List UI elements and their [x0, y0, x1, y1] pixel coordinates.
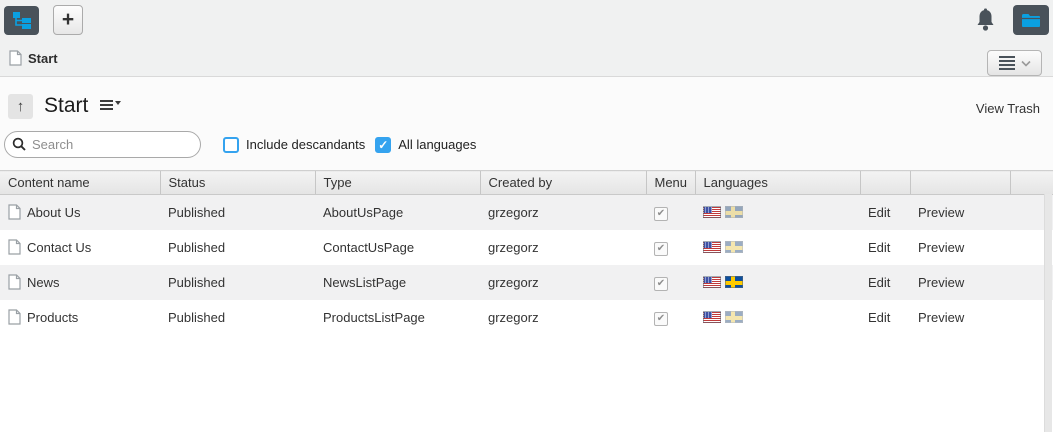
col-created-by: Created by — [480, 171, 646, 195]
se-flag-icon — [725, 206, 743, 218]
preview-link[interactable]: Preview — [918, 310, 964, 325]
languages-cell — [703, 276, 860, 288]
content-name-cell[interactable]: Products — [8, 309, 160, 325]
created-by-cell: grzegorz — [480, 195, 646, 230]
notifications-button[interactable] — [975, 8, 996, 32]
page-icon — [8, 204, 21, 220]
type-cell: NewsListPage — [315, 265, 480, 300]
breadcrumb[interactable]: Start — [0, 40, 1053, 76]
filter-row: Include descandants All languages — [0, 131, 1053, 158]
all-languages-label: All languages — [398, 137, 476, 152]
created-by-cell: grzegorz — [480, 230, 646, 265]
content-name-cell[interactable]: About Us — [8, 204, 160, 220]
chevron-down-icon — [1021, 60, 1031, 67]
menu-checkbox — [654, 312, 668, 326]
nav-toggle-button[interactable] — [4, 6, 39, 35]
menu-checkbox — [654, 277, 668, 291]
list-settings-icon[interactable] — [100, 100, 120, 112]
languages-cell — [703, 241, 860, 253]
status-cell: Published — [160, 230, 315, 265]
view-trash-link[interactable]: View Trash — [976, 101, 1040, 116]
title-row: ↑ Start — [0, 77, 1053, 119]
edit-link[interactable]: Edit — [868, 310, 890, 325]
all-languages-group: All languages — [375, 137, 476, 153]
edit-link[interactable]: Edit — [868, 205, 890, 220]
type-cell: ContactUsPage — [315, 230, 480, 265]
edit-link[interactable]: Edit — [868, 240, 890, 255]
table-row[interactable]: Products Published ProductsListPage grze… — [0, 300, 1053, 335]
type-cell: AboutUsPage — [315, 195, 480, 230]
assets-pane-button[interactable] — [1013, 5, 1049, 35]
table-body: About Us Published AboutUsPage grzegorz … — [0, 195, 1053, 335]
top-chrome: + St — [0, 0, 1053, 77]
search-icon — [12, 137, 27, 155]
table-header-row: Content name Status Type Created by Menu… — [0, 171, 1053, 195]
page-icon — [9, 50, 22, 66]
include-descendants-checkbox[interactable] — [223, 137, 239, 153]
col-status: Status — [160, 171, 315, 195]
search-box — [4, 131, 201, 158]
us-flag-icon — [703, 206, 721, 218]
table-row[interactable]: Contact Us Published ContactUsPage grzeg… — [0, 230, 1053, 265]
arrow-up-icon: ↑ — [17, 98, 25, 115]
col-languages: Languages — [695, 171, 860, 195]
us-flag-icon — [703, 311, 721, 323]
table-row[interactable]: News Published NewsListPage grzegorz Edi… — [0, 265, 1053, 300]
top-toolbar: + — [0, 0, 1053, 40]
menu-checkbox — [654, 207, 668, 221]
se-flag-icon — [725, 276, 743, 288]
languages-cell — [703, 206, 860, 218]
type-cell: ProductsListPage — [315, 300, 480, 335]
search-input[interactable] — [4, 131, 201, 158]
preview-link[interactable]: Preview — [918, 240, 964, 255]
status-cell: Published — [160, 195, 315, 230]
col-preview — [910, 171, 1010, 195]
us-flag-icon — [703, 276, 721, 288]
include-descendants-label: Include descandants — [246, 137, 365, 152]
status-cell: Published — [160, 300, 315, 335]
folder-icon — [1021, 13, 1041, 28]
add-content-button[interactable]: + — [53, 5, 83, 35]
languages-cell — [703, 311, 860, 323]
go-up-button[interactable]: ↑ — [8, 94, 33, 119]
table-row[interactable]: About Us Published AboutUsPage grzegorz … — [0, 195, 1053, 230]
se-flag-icon — [725, 241, 743, 253]
col-edit — [860, 171, 910, 195]
preview-link[interactable]: Preview — [918, 205, 964, 220]
all-languages-checkbox[interactable] — [375, 137, 391, 153]
preview-link[interactable]: Preview — [918, 275, 964, 290]
created-by-cell: grzegorz — [480, 300, 646, 335]
edit-link[interactable]: Edit — [868, 275, 890, 290]
page-title: Start — [44, 94, 88, 118]
page-icon — [8, 239, 21, 255]
col-content-name: Content name — [0, 171, 160, 195]
view-options-dropdown[interactable] — [987, 50, 1042, 76]
col-extra — [1010, 171, 1053, 195]
status-cell: Published — [160, 265, 315, 300]
page-icon — [8, 309, 21, 325]
bell-icon — [975, 8, 996, 32]
include-descendants-group: Include descandants — [223, 137, 365, 153]
content-name-cell[interactable]: News — [8, 274, 160, 290]
se-flag-icon — [725, 311, 743, 323]
vertical-scrollbar[interactable] — [1044, 194, 1052, 432]
menu-checkbox — [654, 242, 668, 256]
hamburger-icon — [999, 56, 1015, 70]
us-flag-icon — [703, 241, 721, 253]
col-type: Type — [315, 171, 480, 195]
created-by-cell: grzegorz — [480, 265, 646, 300]
content-table: Content name Status Type Created by Menu… — [0, 170, 1053, 335]
content-name-cell[interactable]: Contact Us — [8, 239, 160, 255]
breadcrumb-label: Start — [28, 51, 58, 66]
view-header: ↑ Start View Trash Include descandants A… — [0, 77, 1053, 170]
tree-structure-icon — [12, 11, 32, 29]
page-icon — [8, 274, 21, 290]
col-menu: Menu — [646, 171, 695, 195]
